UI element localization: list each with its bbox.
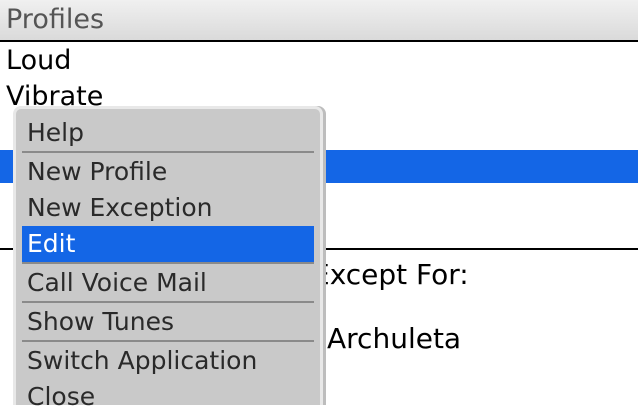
menu-item-close[interactable]: Close <box>22 379 314 415</box>
menu-item-edit[interactable]: Edit <box>22 226 314 262</box>
context-menu: Help New Profile New Exception Edit Call Voi… <box>13 106 323 411</box>
profiles-screen: Profiles Loud Vibrate Except For: iArchu… <box>0 0 638 411</box>
menu-separator <box>22 151 314 153</box>
title-bar: Profiles <box>0 0 638 42</box>
menu-item-new-profile[interactable]: New Profile <box>22 154 314 190</box>
menu-items: Help New Profile New Exception Edit Call Voi… <box>22 115 314 415</box>
exception-contact-name[interactable]: iArchuleta <box>303 322 461 356</box>
menu-item-show-tunes[interactable]: Show Tunes <box>22 304 314 340</box>
menu-item-switch-application[interactable]: Switch Application <box>22 343 314 379</box>
screen-title: Profiles <box>6 4 105 35</box>
menu-item-help[interactable]: Help <box>22 115 314 151</box>
menu-separator <box>22 301 314 303</box>
except-for-label: Except For: <box>312 258 469 291</box>
menu-item-call-voice-mail[interactable]: Call Voice Mail <box>22 265 314 301</box>
menu-separator <box>22 340 314 342</box>
profile-item-loud[interactable]: Loud <box>6 45 71 77</box>
menu-item-new-exception[interactable]: New Exception <box>22 190 314 226</box>
menu-separator <box>22 262 314 264</box>
